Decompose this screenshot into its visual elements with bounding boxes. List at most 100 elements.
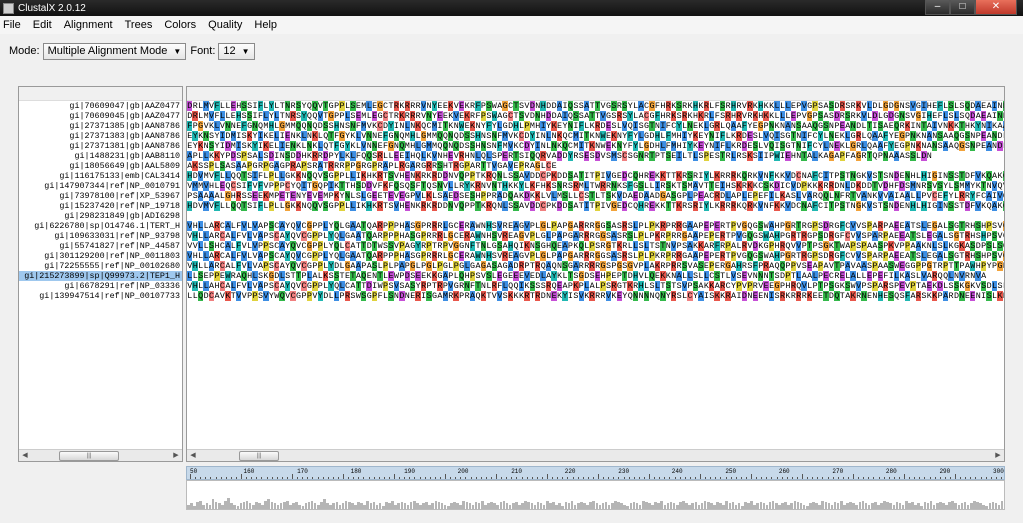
sequence-row[interactable]: APLLKKYPDSPSALSDINSDDHKRRDPYLKLFQQSRLLEE… <box>187 151 1004 161</box>
ruler-tick <box>445 474 446 479</box>
sequence-name[interactable]: gi|27371381|gb|AAN8786 <box>19 141 182 151</box>
ruler-tick <box>720 477 722 479</box>
sequence-name[interactable]: gi|27371383|gb|AAN8786 <box>19 131 182 141</box>
ruler-tick <box>975 477 977 479</box>
ruler-tick <box>205 477 207 479</box>
ruler-tick <box>327 477 329 479</box>
ruler-tick <box>705 477 707 479</box>
ruler-label: 170 <box>297 468 308 475</box>
font-select[interactable]: 12 ▼ <box>218 42 255 60</box>
sequence-name[interactable]: gi|6678291|ref|NP_03336 <box>19 281 182 291</box>
ruler-tick <box>368 477 370 479</box>
sequence-row[interactable]: AKSSPLSASAAPGRPGAGPRAPSRATRRRPPGRGPRAPLR… <box>187 161 1004 171</box>
sequence-name[interactable]: gi|139947514|ref|NP_00107733 <box>19 291 182 301</box>
ruler-tick <box>985 477 987 479</box>
sequence-name[interactable]: gi|116175133|emb|CAL3414 <box>19 171 182 181</box>
sequence-row[interactable]: HDVMVFLLQQTSIFLPLLGKKNQQVSGPPLLIKHKRTSVH… <box>187 201 1004 211</box>
ruler-tick <box>536 477 538 479</box>
sequence-row[interactable]: VHLLARCALFVLVAPSCAYQVCGPPLYQLGAATQARPPPH… <box>187 231 1004 241</box>
mode-select[interactable]: Multiple Alignment Mode ▼ <box>42 42 187 60</box>
ruler-label: 280 <box>885 468 897 475</box>
sequence-row[interactable]: LLQDCAVKTVVPPSVYWQVCGPPVYDLLPRSWSGPFLSND… <box>187 291 1004 301</box>
sequence-row[interactable]: PSAAAALGHRSSEEKMPETENYEVEMPKYNLSLGEETEVE… <box>187 191 1004 201</box>
menu-alignment[interactable]: Alignment <box>64 19 113 31</box>
sequence-name[interactable]: gi|6226780|sp|O14746.1|TERT_H <box>19 221 182 231</box>
ruler-tick <box>235 477 237 479</box>
menu-colors[interactable]: Colors <box>164 19 196 31</box>
ruler-label: 250 <box>725 468 737 475</box>
ruler-tick <box>827 477 829 479</box>
ruler-label: 200 <box>457 468 469 475</box>
sequence-row[interactable]: HDVMVFLLQQTSIFLPLLGKKNQQVSGPPLLIKHKRTSVH… <box>187 171 1004 181</box>
ruler-tick <box>567 477 569 479</box>
alignment-scroll-thumb[interactable]: ||| <box>239 451 279 461</box>
sequence-name[interactable]: gi|70609045|gb|AAZ0477 <box>19 111 182 121</box>
maximize-button[interactable]: □ <box>950 0 975 15</box>
menu-quality[interactable]: Quality <box>208 19 242 31</box>
sequence-row[interactable]: VMMVHLEQCSIFVFVPPPCYQITGQPIKTTHSDDVFKFQS… <box>187 181 1004 191</box>
ruler-tick <box>190 474 191 479</box>
sequence-name[interactable]: gi|109633031|ref|NP_93798 <box>19 231 182 241</box>
sequence-name[interactable]: gi|55741827|ref|NP_44587 <box>19 241 182 251</box>
ruler-tick <box>955 474 956 479</box>
sequence-row[interactable]: DRLMVFLLEHSSIFLYLTNRSYQQVTGPPLSEMLEGCTRK… <box>187 111 1004 121</box>
sequence-name[interactable]: gi|15237420|ref|NP_19718 <box>19 201 182 211</box>
ruler-tick <box>893 477 895 479</box>
menu-trees[interactable]: Trees <box>125 19 153 31</box>
ruler-tick <box>863 477 865 479</box>
sequence-row[interactable]: DRLMVFLLEHSSIFLYLTNRSYQQVTGPPLSEMLEGCTRK… <box>187 101 1004 111</box>
sequence-row[interactable]: VHLLARCALFVLVAPSCAYQVCGPPLYQLGAATQARPPPH… <box>187 251 1004 261</box>
ruler-tick <box>506 477 508 479</box>
sequence-row[interactable]: VHLLAHCALFVLVAPSCAYQVCGPPLYQLCATTDIWPSVS… <box>187 281 1004 291</box>
sequence-row[interactable]: FPGVKLVNNEFGNQMHLGMMQQNQDSSHNSNFMVKCDYIN… <box>187 121 1004 131</box>
ruler-tick <box>679 477 681 479</box>
ruler-label: 190 <box>404 468 415 475</box>
menu-file[interactable]: File <box>3 19 21 31</box>
minimize-button[interactable]: – <box>925 0 950 15</box>
ruler-tick <box>460 477 462 479</box>
sequence-name[interactable]: gi|18056649|gb|AAL5809 <box>19 161 182 171</box>
ruler-tick <box>837 477 839 479</box>
sequence-name[interactable]: gi|298231849|gb|ADI6298 <box>19 211 182 221</box>
scroll-right-icon[interactable]: ▶ <box>993 451 1003 461</box>
alignment-scrollbar[interactable]: ◀ ||| ▶ <box>187 449 1004 461</box>
sequence-names-panel[interactable]: gi|70609047|gb|AAZ0477 gi|70609045|gb|AAZ… <box>18 86 183 462</box>
sequence-name[interactable]: gi|70609047|gb|AAZ0477 <box>19 101 182 111</box>
sequence-row[interactable]: VHLLARCALFVLVAPSCAYQVCGPPLYQLGAATQARPPPH… <box>187 221 1004 231</box>
names-scrollbar[interactable]: ◀ ||| ▶ <box>19 449 182 461</box>
sequence-name[interactable]: gi|215273899|sp|Q99973.2|TEP1_H <box>19 271 182 281</box>
close-button[interactable]: ✕ <box>975 0 1017 15</box>
scroll-left-icon[interactable]: ◀ <box>20 451 30 461</box>
menu-edit[interactable]: Edit <box>33 19 52 31</box>
ruler-tick <box>582 477 584 479</box>
sequence-row[interactable]: EYKNSYIDMISKYIKELIENKLNKLQTFGYKLVNNEFGNQ… <box>187 131 1004 141</box>
sequence-name[interactable]: gi|73978100|ref|XP_53967 <box>19 191 182 201</box>
ruler-tick <box>700 474 701 479</box>
ruler-tick <box>715 477 717 479</box>
names-scroll-thumb[interactable]: ||| <box>59 451 119 461</box>
ruler-tick <box>776 477 778 479</box>
sequence-row[interactable]: VVLLSHCALFVLVPPSCAYQVCGPPLYQLCATTDTWSSVP… <box>187 241 1004 251</box>
sequence-name[interactable]: gi|27371385|gb|AAN8786 <box>19 121 182 131</box>
sequence-name[interactable]: gi|147907344|ref|NP_0010791 <box>19 181 182 191</box>
alignment-panel[interactable]: DRLMVFLLEHSSIFLYLTNRSYQQVTGPPLSEMLEGCTRK… <box>186 86 1005 462</box>
ruler-tick <box>358 477 360 479</box>
sequence-row[interactable] <box>187 211 1004 221</box>
ruler-tick <box>909 477 911 479</box>
sequence-name[interactable]: gi|301129200|ref|NP_0011803 <box>19 251 182 261</box>
ruler-tick <box>608 477 610 479</box>
quality-curve <box>186 480 1005 510</box>
sequence-row[interactable]: VHLLARCALFVLVAPSCAYQVCGPPLYDLGAAPASLPLPA… <box>187 261 1004 271</box>
ruler-tick <box>394 474 395 479</box>
sequence-name[interactable]: gi|1488231|gb|AAB8110 <box>19 151 182 161</box>
scroll-right-icon[interactable]: ▶ <box>171 451 181 461</box>
menu-help[interactable]: Help <box>254 19 277 31</box>
ruler-tick <box>1000 477 1002 479</box>
sequence-name[interactable]: gi|72255555|ref|NP_00102680 <box>19 261 182 271</box>
scroll-left-icon[interactable]: ◀ <box>188 451 198 461</box>
sequence-row[interactable]: LLSEPPEWRAQHLSKGDLSTTPLALKSSTETAQENTLEWP… <box>187 271 1004 281</box>
sequence-row[interactable]: EYKNSYIDMISKYIKELIENKLNKLQTFGYKLVNNEFGNQ… <box>187 141 1004 151</box>
ruler-tick <box>215 477 217 479</box>
ruler-tick <box>424 477 426 479</box>
ruler-tick <box>210 477 212 479</box>
